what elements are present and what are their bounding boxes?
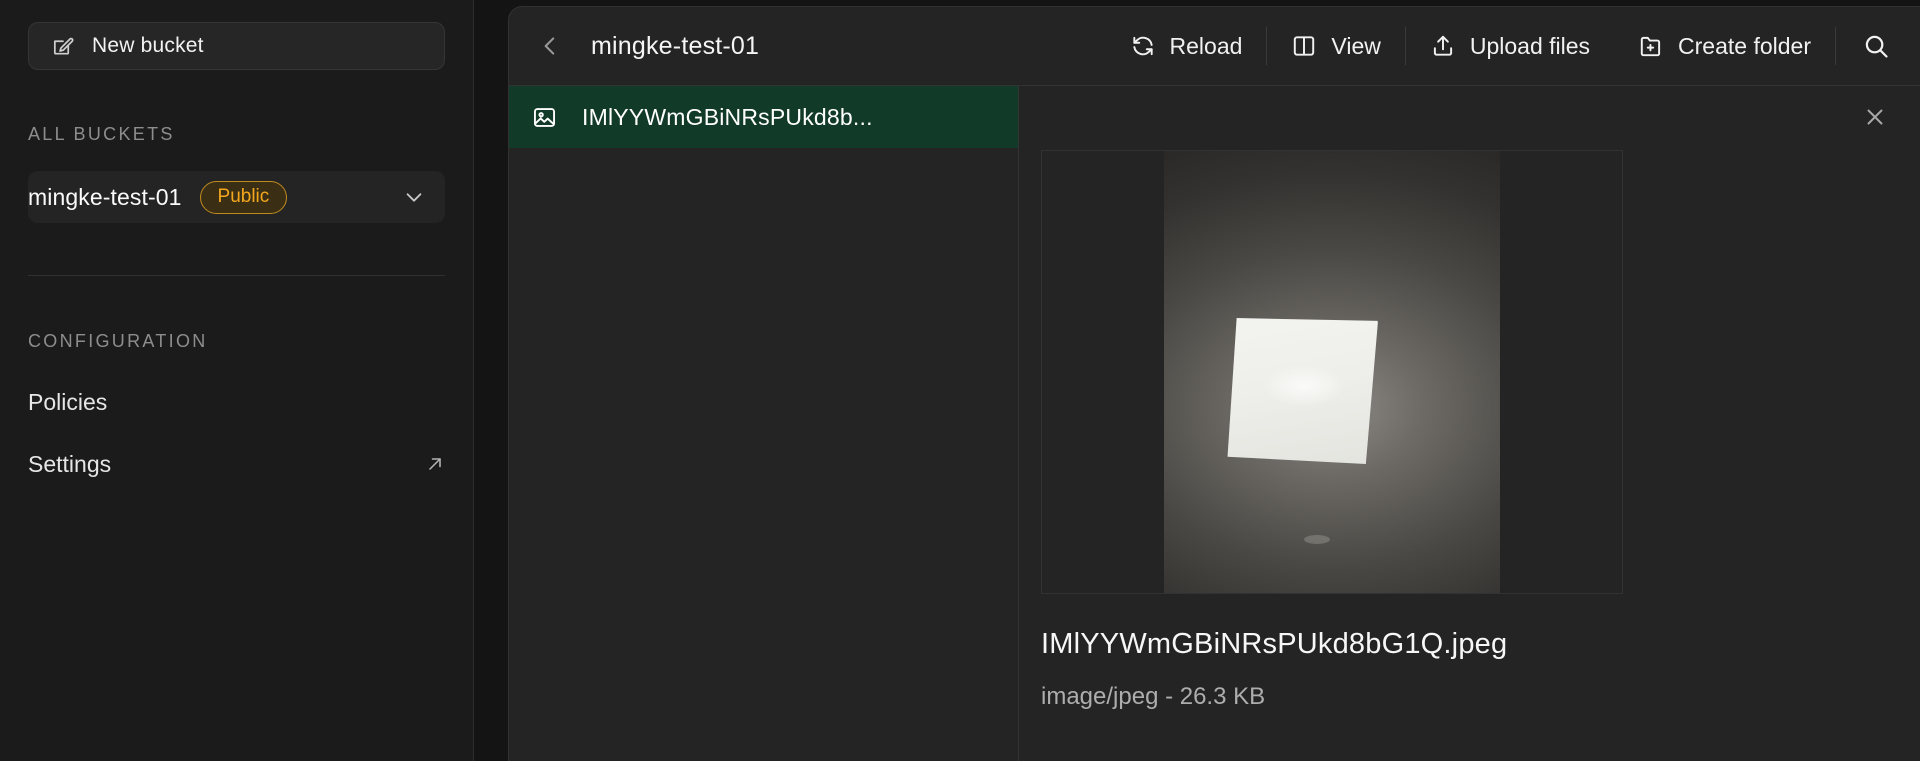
- detail-panel: IMlYYWmGBiNRsPUkd8bG1Q.jpeg image/jpeg -…: [1019, 86, 1920, 761]
- view-label: View: [1331, 32, 1381, 59]
- image-preview[interactable]: [1164, 151, 1500, 593]
- upload-icon: [1430, 33, 1456, 59]
- configuration-heading: CONFIGURATION: [28, 331, 208, 351]
- create-folder-label: Create folder: [1678, 32, 1811, 59]
- bucket-item-mingke-test-01[interactable]: mingke-test-01 Public: [28, 171, 445, 223]
- light-highlight: [1262, 365, 1346, 407]
- external-link-icon: [425, 454, 445, 474]
- chevron-left-icon[interactable]: [537, 33, 563, 59]
- sidebar-item-policies[interactable]: Policies: [28, 388, 445, 416]
- file-metadata: IMlYYWmGBiNRsPUkd8bG1Q.jpeg image/jpeg -…: [1041, 628, 1920, 711]
- sidebar-item-settings[interactable]: Settings: [28, 450, 445, 478]
- storage-browser-app: New bucket ALL BUCKETS mingke-test-01 Pu…: [0, 0, 1920, 761]
- list-item-label: IMlYYWmGBiNRsPUkd8b...: [582, 103, 873, 130]
- new-bucket-button[interactable]: New bucket: [28, 22, 445, 70]
- file-meta: image/jpeg - 26.3 KB: [1041, 683, 1266, 710]
- list-item[interactable]: IMlYYWmGBiNRsPUkd8b...: [509, 86, 1018, 148]
- sidebar-item-label: Settings: [28, 450, 112, 477]
- new-bucket-label: New bucket: [92, 34, 204, 57]
- sidebar-divider: [28, 275, 445, 276]
- chevron-down-icon[interactable]: [403, 186, 425, 208]
- content-card: mingke-test-01 Reload View Upload files …: [508, 6, 1920, 761]
- main-region: mingke-test-01 Reload View Upload files …: [474, 0, 1920, 761]
- folder-plus-icon: [1638, 33, 1664, 59]
- image-preview-frame: [1041, 150, 1623, 594]
- bucket-name: mingke-test-01: [28, 183, 182, 210]
- view-button[interactable]: View: [1267, 7, 1404, 85]
- sidebar: New bucket ALL BUCKETS mingke-test-01 Pu…: [0, 0, 474, 761]
- close-icon[interactable]: [1862, 104, 1888, 130]
- split-view-icon: [1291, 33, 1317, 59]
- upload-files-label: Upload files: [1469, 32, 1591, 59]
- search-icon: [1862, 32, 1890, 60]
- search-button[interactable]: [1836, 7, 1920, 85]
- content-body: IMlYYWmGBiNRsPUkd8b... IMlYYWmGBiNRsPUkd…: [509, 86, 1920, 761]
- status-badge: Public: [199, 180, 288, 214]
- file-list: IMlYYWmGBiNRsPUkd8b...: [509, 86, 1019, 761]
- reload-label: Reload: [1169, 32, 1243, 59]
- toolbar: mingke-test-01 Reload View Upload files …: [509, 7, 1920, 86]
- breadcrumb: mingke-test-01: [591, 31, 760, 60]
- sidebar-item-label: Policies: [28, 388, 108, 415]
- reload-button[interactable]: Reload: [1106, 7, 1267, 85]
- upload-files-button[interactable]: Upload files: [1406, 7, 1614, 85]
- create-folder-button[interactable]: Create folder: [1614, 7, 1835, 85]
- configuration-section: CONFIGURATION Policies Settings: [28, 331, 445, 478]
- ceiling-smudge: [1304, 535, 1330, 544]
- edit-square-icon: [51, 35, 74, 58]
- reload-icon: [1130, 33, 1156, 59]
- image-icon: [531, 104, 558, 131]
- file-name: IMlYYWmGBiNRsPUkd8bG1Q.jpeg: [1041, 628, 1508, 660]
- all-buckets-heading: ALL BUCKETS: [28, 124, 175, 144]
- toolbar-actions: Reload View Upload files Create folder: [1106, 7, 1920, 85]
